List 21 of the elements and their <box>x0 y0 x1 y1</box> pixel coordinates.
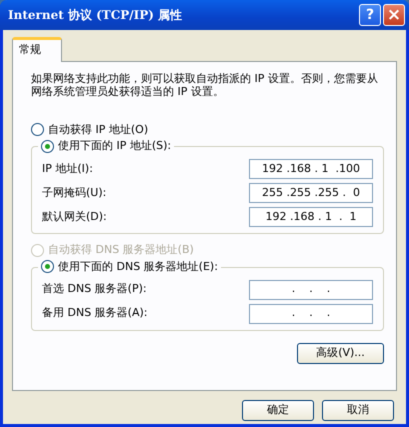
radio-option[interactable]: 自动获得 IP 地址(O) <box>31 122 384 138</box>
radio-option[interactable]: 使用下面的 IP 地址(S): <box>38 138 174 154</box>
window-title: Internet 协议 (TCP/IP) 属性 <box>8 7 184 24</box>
close-button[interactable]: × <box>383 4 405 26</box>
field-label: 备用 DNS 服务器(A): <box>42 305 148 322</box>
dialog-button[interactable]: 确定 <box>242 400 314 420</box>
advanced-button[interactable]: 高级(V)... <box>297 342 384 364</box>
tab[interactable]: 常规 <box>12 37 62 62</box>
help-button[interactable]: ? <box>359 4 381 26</box>
description-text: 如果网络支持此功能，则可以获取自动指派的 IP 设置。否则，您需要从网络系统管理员处获得适当的 IP 设置。 <box>31 72 379 98</box>
field-label: 子网掩码(U): <box>42 184 106 201</box>
field-label: 首选 DNS 服务器(P): <box>42 281 147 298</box>
ip-address-field[interactable]: 255 .255 .255 . 0 <box>249 183 373 203</box>
field-label: IP 地址(I): <box>42 160 93 177</box>
radio-option[interactable]: 使用下面的 DNS 服务器地址(E): <box>38 258 221 275</box>
field-label: 默认网关(D): <box>42 208 107 225</box>
ip-address-field[interactable]: . . . <box>249 304 373 324</box>
ip-address-field[interactable]: 192 .168 . 1 .100 <box>249 159 373 179</box>
ip-address-field[interactable]: 192 .168 . 1 . 1 <box>249 207 373 227</box>
dialog-button[interactable]: 取消 <box>322 400 394 420</box>
ip-address-field[interactable]: . . . <box>249 280 373 300</box>
